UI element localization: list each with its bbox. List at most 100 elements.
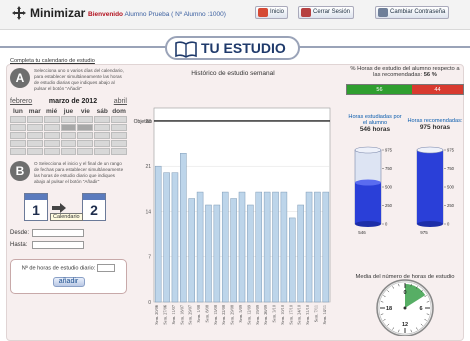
calendar-day[interactable] [60,132,77,139]
calendar-day[interactable] [60,116,77,123]
scale-label: 500 [447,185,455,190]
gauge-tick-label: 12 [402,322,408,328]
gauge-hub [403,306,407,310]
calendar-day[interactable] [43,148,60,155]
calendar-day[interactable] [10,132,26,139]
calendar-day[interactable] [94,124,111,131]
cylinder-cap [354,146,382,154]
calendar-day[interactable] [111,124,127,131]
recommended-label: Horas recomendadas: 975 horas [406,118,464,131]
to-calendar-icon[interactable]: 2 [82,193,106,221]
calendar-day[interactable] [10,116,26,123]
logout-button[interactable]: Cerrar Sesión [298,6,355,19]
calendar-day[interactable] [111,140,127,147]
welcome-prefix: Bienvenido [88,11,124,18]
calendar-day[interactable] [26,124,43,131]
x-tick-label: Sem. 31/10 [305,305,310,325]
cylinder-gauges: 975 750 500 250 0 546 975 750 500 250 0 975 [354,146,455,235]
calendar-day[interactable] [26,140,43,147]
scale-label: 250 [447,203,455,208]
weekday-label: sáb [96,108,108,115]
x-tick-label: Sem. 15/08 [213,305,218,325]
hours-input[interactable] [97,264,116,272]
calendar-day[interactable] [94,148,111,155]
add-button[interactable]: añadir [52,277,85,287]
move-arrows-icon [12,6,26,20]
bar [188,198,195,303]
calendar-day[interactable] [94,132,111,139]
calendar-day[interactable] [111,132,127,139]
x-tick-label: Sem. 19/09 [255,305,260,325]
calendar-day[interactable] [43,132,60,139]
calendar-day[interactable] [60,148,77,155]
hours-box: Nº de horas de estudio diario: añadir [10,259,127,294]
inicio-button[interactable]: Inicio [255,6,289,19]
calendar-day[interactable] [43,140,60,147]
weekday-label: mié [46,108,58,115]
bar [280,191,288,303]
scale-label: 500 [385,185,393,190]
minimize-button[interactable]: Minimizar [12,6,85,20]
hours-label: Nº de horas de estudio diario: [21,265,96,272]
x-tick-label: Sem. 10/10 [280,305,285,325]
pct-value: 56 % [423,72,437,78]
calendar-next-month[interactable]: abril [114,98,127,105]
calendar-day[interactable] [10,124,26,131]
scale-label: 0 [385,222,388,227]
weekday-label: vie [80,108,90,115]
calendar-day[interactable] [94,116,111,123]
gauge-tick-label: 18 [386,306,392,312]
home-icon [258,8,268,17]
x-tick-label: Sem. 29/07 [188,304,193,324]
calendar-day[interactable] [43,116,60,123]
calendar-day[interactable] [43,124,60,131]
calendar-day[interactable] [10,148,26,155]
calendar-day[interactable] [26,132,43,139]
x-tick-label: Sem. 8/08 [204,305,209,322]
calendar-grid: lun mar mié jue vie sáb dom [10,108,127,155]
x-tick-label: Sem. 7/11 [313,305,318,322]
welcome-user: Alumno Prueba ( Nº Alumno :1000) [124,11,226,18]
calendar-prev-month[interactable]: febrero [10,98,32,105]
objective-label: Objetivo [134,119,153,125]
calendar-day[interactable] [26,116,43,123]
calendar-day[interactable] [60,124,77,131]
weekday-label: mar [28,108,41,115]
calendar-day[interactable] [77,148,94,155]
desde-label: Desde: [10,230,30,236]
x-tick-label: Sem. 27/06 [163,304,168,324]
x-tick-label: Sem. 18/07 [179,304,184,324]
from-calendar-icon[interactable]: 1 [24,193,48,221]
x-tick-label: Sem. 14/11 [322,305,327,324]
bar [163,172,170,303]
hasta-field: Hasta: [10,241,127,249]
calendar-day[interactable] [60,140,77,147]
y-tick-label: 14 [145,209,151,215]
calendar-day[interactable] [26,148,43,155]
key-icon [378,8,388,17]
calendar-day[interactable] [10,140,26,147]
recommended-value: 975 horas [419,124,451,131]
calendar-day[interactable] [94,140,111,147]
step-b-text: O Selecciona el inicio y el final de un … [34,161,124,184]
calendar-day[interactable] [77,132,94,139]
top-bar: Minimizar Bienvenido Alumno Prueba ( Nº … [0,0,470,30]
pct-title: % Horas de estudio del alumno respecto a… [346,66,464,78]
calendar-day[interactable] [111,148,127,155]
calendar-day[interactable] [77,140,94,147]
calendar-day[interactable] [77,116,94,123]
desde-input[interactable] [32,229,84,237]
hasta-input[interactable] [32,241,84,249]
studied-label: Horas estudiadas por el alumno 546 horas [346,114,404,133]
x-tick-label: Sem. 24/10 [297,305,302,325]
studied-value: 546 horas [359,126,391,133]
weekday-label: jue [63,108,74,115]
x-tick-label: Sem. 3/10 [272,305,277,322]
scale-label: 750 [385,166,393,171]
studied-label-text: Horas estudiadas por el alumno [348,114,402,126]
bar [322,191,330,303]
change-password-button[interactable]: Cambiar Contraseña [375,6,450,19]
calendar-day[interactable] [111,116,127,123]
calendar-day[interactable] [77,124,94,131]
page-title: TU ESTUDIO [165,36,300,60]
